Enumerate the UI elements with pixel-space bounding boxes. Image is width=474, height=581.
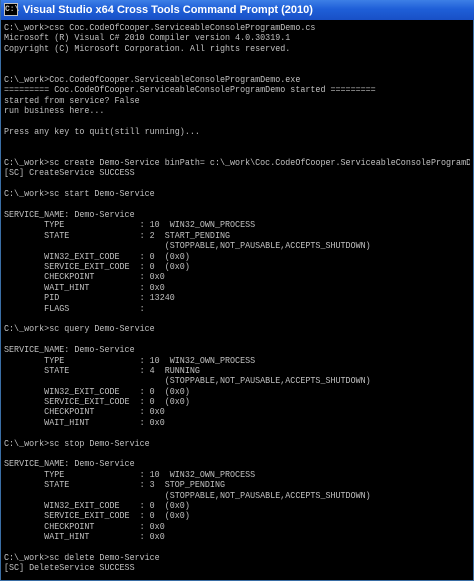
console-line: (STOPPABLE,NOT_PAUSABLE,ACCEPTS_SHUTDOWN… — [4, 490, 371, 501]
console-line: SERVICE_NAME: Demo-Service — [4, 210, 135, 221]
console-line: TYPE : 10 WIN32_OWN_PROCESS — [4, 469, 256, 480]
console-line: TYPE : 10 WIN32_OWN_PROCESS — [4, 220, 256, 231]
console-line: STATE : 3 STOP_PENDING — [4, 480, 226, 491]
console-line: C:\_work>csc Coc.CodeOfCooper.Serviceabl… — [4, 23, 316, 33]
console-line: C:\_work>sc create Demo-Service binPath=… — [4, 158, 470, 169]
console-line: SERVICE_NAME: Demo-Service — [4, 459, 135, 470]
console-line: CHECKPOINT : 0x0 — [4, 521, 165, 532]
console-line: WAIT_HINT : 0x0 — [4, 282, 165, 293]
console-line: C:\_work>sc delete Demo-Service — [4, 552, 160, 563]
console-line: STATE : 2 START_PENDING — [4, 230, 231, 241]
console-line: WAIT_HINT : 0x0 — [4, 417, 165, 428]
console-line: [SC] DeleteService SUCCESS — [4, 563, 135, 574]
console-line: [SC] CreateService SUCCESS — [4, 168, 135, 179]
console-line: SERVICE_EXIT_CODE : 0 (0x0) — [4, 397, 190, 408]
console-line: WIN32_EXIT_CODE : 0 (0x0) — [4, 386, 190, 397]
console-line: (STOPPABLE,NOT_PAUSABLE,ACCEPTS_SHUTDOWN… — [4, 241, 371, 252]
console-window: C:\ Visual Studio x64 Cross Tools Comman… — [0, 0, 474, 581]
console-line: WIN32_EXIT_CODE : 0 (0x0) — [4, 251, 190, 262]
console-line: Microsoft (R) Visual C# 2010 Compiler ve… — [4, 33, 291, 44]
console-line: Press any key to quit(still running)... — [4, 126, 200, 137]
console-line: CHECKPOINT : 0x0 — [4, 407, 165, 418]
console-line: started from service? False — [4, 95, 140, 106]
console-line: run business here... — [4, 106, 105, 117]
console-line: WAIT_HINT : 0x0 — [4, 532, 165, 543]
console-line: ========= Coc.CodeOfCooper.ServiceableCo… — [4, 85, 376, 96]
console-line: WIN32_EXIT_CODE : 0 (0x0) — [4, 500, 190, 511]
console-line: (STOPPABLE,NOT_PAUSABLE,ACCEPTS_SHUTDOWN… — [4, 376, 371, 387]
console-line: C:\_work>sc start Demo-Service — [4, 189, 155, 200]
console-line: PID : 13240 — [4, 293, 175, 304]
command-prompt-icon[interactable]: C:\ — [4, 3, 19, 16]
console-output[interactable]: C:\_work>csc Coc.CodeOfCooper.Serviceabl… — [4, 23, 470, 578]
console-line: C:\_work>sc stop Demo-Service — [4, 438, 150, 449]
console-line: SERVICE_EXIT_CODE : 0 (0x0) — [4, 511, 190, 522]
console-line: FLAGS : — [4, 303, 145, 314]
title-bar[interactable]: C:\ Visual Studio x64 Cross Tools Comman… — [1, 0, 474, 20]
console-line: SERVICE_NAME: Demo-Service — [4, 345, 135, 356]
console-line: STATE : 4 RUNNING — [4, 365, 200, 376]
console-line: TYPE : 10 WIN32_OWN_PROCESS — [4, 355, 256, 366]
console-line: C:\_work>sc query Demo-Service — [4, 324, 155, 335]
console-line: C:\_work>Coc.CodeOfCooper.ServiceableCon… — [4, 74, 301, 85]
console-line: CHECKPOINT : 0x0 — [4, 272, 165, 283]
console-line: Copyright (C) Microsoft Corporation. All… — [4, 43, 291, 54]
window-title: Visual Studio x64 Cross Tools Command Pr… — [23, 4, 313, 16]
console-line: SERVICE_EXIT_CODE : 0 (0x0) — [4, 261, 190, 272]
